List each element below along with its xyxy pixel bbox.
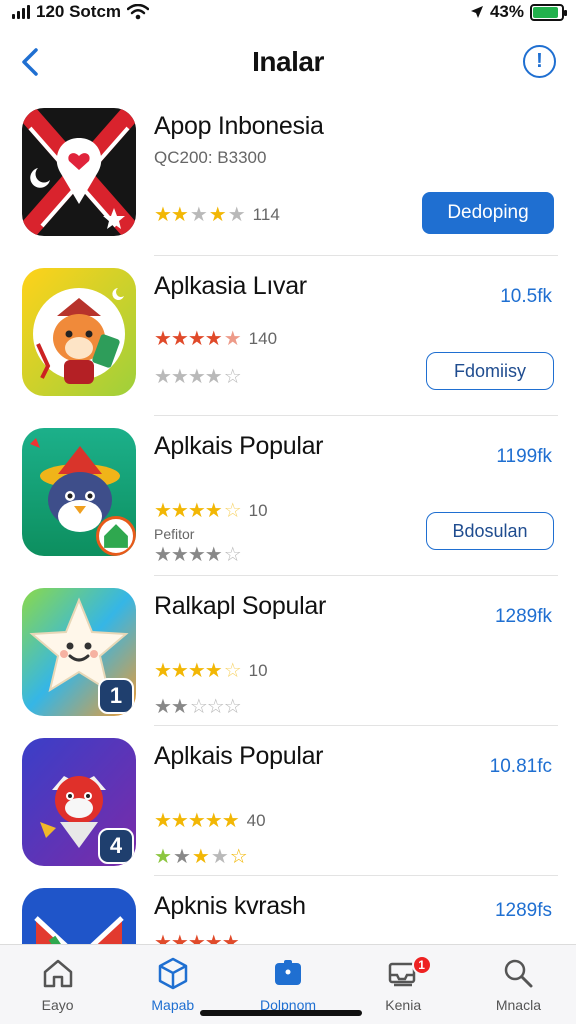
app-badge: 1 bbox=[98, 678, 134, 714]
tab-label: Kenia bbox=[385, 997, 422, 1013]
list-item[interactable]: Aplkasia Lıvar 10.5fk ★★★★ ★ 140 ★★★★ ☆ Fd… bbox=[0, 256, 576, 416]
app-name: Apknis kvrash bbox=[154, 892, 306, 920]
navigation-bar: Inalar ! bbox=[0, 36, 576, 88]
battery-percentage: 43% bbox=[489, 2, 524, 21]
app-size: 1199fk bbox=[496, 446, 552, 467]
app-size: 10.5fk bbox=[500, 286, 552, 307]
page-title: Inalar bbox=[252, 46, 324, 77]
rating-count: 140 bbox=[248, 328, 278, 348]
tab-label: Mnacla bbox=[495, 997, 541, 1013]
app-icon-bird-hat[interactable] bbox=[22, 428, 136, 556]
status-right: 43% bbox=[470, 2, 567, 22]
app-badge: 4 bbox=[98, 828, 134, 864]
home-indicator bbox=[200, 1010, 362, 1016]
star-rating-secondary: ★★★★☆ bbox=[154, 544, 242, 566]
star-rating-secondary: ★★ ☆☆☆ bbox=[154, 696, 242, 718]
app-list: Apop Inbonesia QC200: B3300 ★★ ★ ★ ★ 114 De… bbox=[0, 96, 576, 1016]
home-badge-icon bbox=[96, 516, 136, 556]
rating-count: 10 bbox=[248, 660, 268, 680]
star-rating: ★★★★ ☆ 10 bbox=[154, 500, 268, 522]
battery-icon bbox=[530, 3, 567, 21]
list-item[interactable]: Aplkais Popular 1199fk ★★★★ ☆ 10 Pefitor … bbox=[0, 416, 576, 576]
app-size: 1289fk bbox=[494, 606, 552, 627]
search-icon bbox=[505, 959, 533, 988]
info-glyph: ! bbox=[536, 50, 543, 72]
star-rating-secondary: ★★★★☆ bbox=[154, 846, 248, 868]
status-left: 120 Sotcm bbox=[12, 2, 150, 22]
tab-label: Mapab bbox=[151, 997, 195, 1013]
status-bar: 120 Sotcm 43% bbox=[0, 0, 576, 24]
app-name: Aplkais Popular bbox=[154, 432, 324, 460]
list-item[interactable]: 1 Ralkapl Sopular 1289fk ★★★★ ☆ 10 ★★ ☆☆☆ bbox=[0, 576, 576, 726]
tab-inbox[interactable]: 1 Kenia bbox=[346, 945, 461, 1024]
get-button[interactable]: Bdosulan bbox=[426, 512, 554, 550]
app-icon-red-creature[interactable]: 4 bbox=[22, 738, 136, 866]
tab-label: Eayo bbox=[41, 997, 74, 1013]
cellular-signal-icon bbox=[12, 5, 30, 19]
app-name: Aplkais Popular bbox=[154, 742, 324, 770]
rating-count: 10 bbox=[248, 500, 268, 520]
list-item[interactable]: 4 Aplkais Popular 10.81fc ★★★★★ 40 ★ ★ ★ ★ ☆ bbox=[0, 726, 576, 876]
app-size: 10.81fc bbox=[489, 756, 552, 777]
star-rating: ★★★★★ 40 bbox=[154, 810, 266, 832]
app-icon-star-face[interactable]: 1 bbox=[22, 588, 136, 716]
app-name: Ralkapl Sopular bbox=[154, 592, 326, 620]
battery-level bbox=[533, 6, 559, 18]
app-name: Aplkasia Lıvar bbox=[154, 272, 307, 300]
star-rating-secondary: ★★★★☆ bbox=[154, 366, 242, 388]
tab-search[interactable]: Mnacla bbox=[461, 945, 576, 1024]
location-arrow-icon bbox=[470, 6, 483, 18]
app-size: 1289fs bbox=[494, 900, 552, 921]
app-subtitle: QC200: B3300 bbox=[154, 148, 267, 167]
app-subtitle: Pefitor bbox=[154, 526, 195, 542]
rating-count: 114 bbox=[252, 204, 280, 224]
home-icon bbox=[43, 959, 72, 988]
star-rating: ★★★★ ☆ 10 bbox=[154, 660, 268, 682]
wifi-icon bbox=[127, 4, 150, 20]
status-time: 120 Sotcm bbox=[36, 2, 122, 21]
tab-home[interactable]: Eayo bbox=[0, 945, 115, 1024]
download-button[interactable]: Dedoping bbox=[422, 192, 554, 234]
info-icon[interactable]: ! bbox=[523, 45, 556, 78]
cube-icon bbox=[158, 957, 188, 990]
notification-badge: 1 bbox=[411, 955, 432, 975]
app-icon-fox-character[interactable] bbox=[22, 268, 136, 396]
get-button[interactable]: Fdomiisy bbox=[426, 352, 554, 390]
star-rating: ★★★★ ★ 140 bbox=[154, 328, 278, 350]
rating-count: 40 bbox=[246, 810, 266, 830]
app-name: Apop Inbonesia bbox=[154, 112, 324, 140]
folder-icon bbox=[275, 960, 301, 985]
app-icon-map-pin[interactable] bbox=[22, 108, 136, 236]
list-item[interactable]: Apop Inbonesia QC200: B3300 ★★ ★ ★ ★ 114 De… bbox=[0, 96, 576, 256]
star-rating: ★★ ★ ★ ★ 114 bbox=[154, 204, 280, 226]
